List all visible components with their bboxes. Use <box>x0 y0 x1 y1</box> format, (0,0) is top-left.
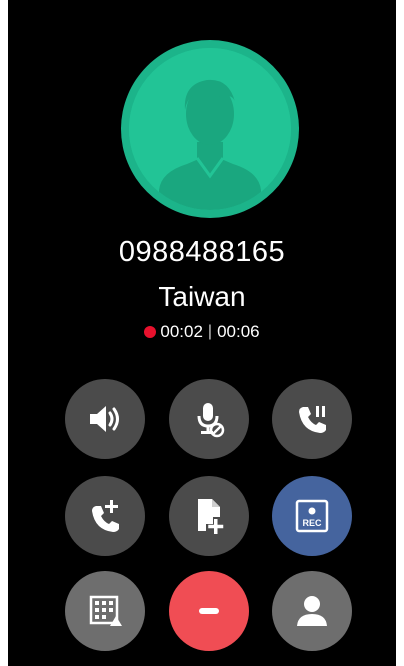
in-call-screen: 0988488165 Taiwan 00:02 | 00:06 REC <box>8 0 396 666</box>
end-call-button[interactable] <box>169 571 249 651</box>
record-button[interactable]: REC <box>272 476 352 556</box>
call-timer: 00:02 | 00:06 <box>8 320 396 344</box>
record-duration: 00:02 <box>160 322 203 341</box>
record-label: REC <box>302 518 322 528</box>
mute-button[interactable] <box>169 379 249 459</box>
note-add-icon <box>198 499 224 534</box>
add-note-button[interactable] <box>169 476 249 556</box>
caller-avatar <box>121 40 299 218</box>
timer-separator: | <box>207 323 213 340</box>
speaker-icon <box>90 406 119 432</box>
mic-off-icon <box>197 403 225 438</box>
person-silhouette-icon <box>129 48 291 210</box>
record-icon: REC <box>295 499 329 533</box>
recording-dot-icon <box>144 326 157 338</box>
add-call-button[interactable] <box>65 476 145 556</box>
dialpad-button[interactable] <box>65 571 145 651</box>
dialpad-icon <box>89 595 122 626</box>
speaker-button[interactable] <box>65 379 145 459</box>
call-duration: 00:06 <box>217 322 260 341</box>
contact-icon <box>297 596 327 626</box>
caller-number: 0988488165 <box>118 236 286 268</box>
add-call-icon <box>92 500 119 532</box>
call-hold-icon <box>299 406 326 433</box>
hold-button[interactable] <box>272 379 352 459</box>
caller-location: Taiwan <box>158 281 246 312</box>
end-call-icon <box>199 608 219 614</box>
contacts-button[interactable] <box>272 571 352 651</box>
